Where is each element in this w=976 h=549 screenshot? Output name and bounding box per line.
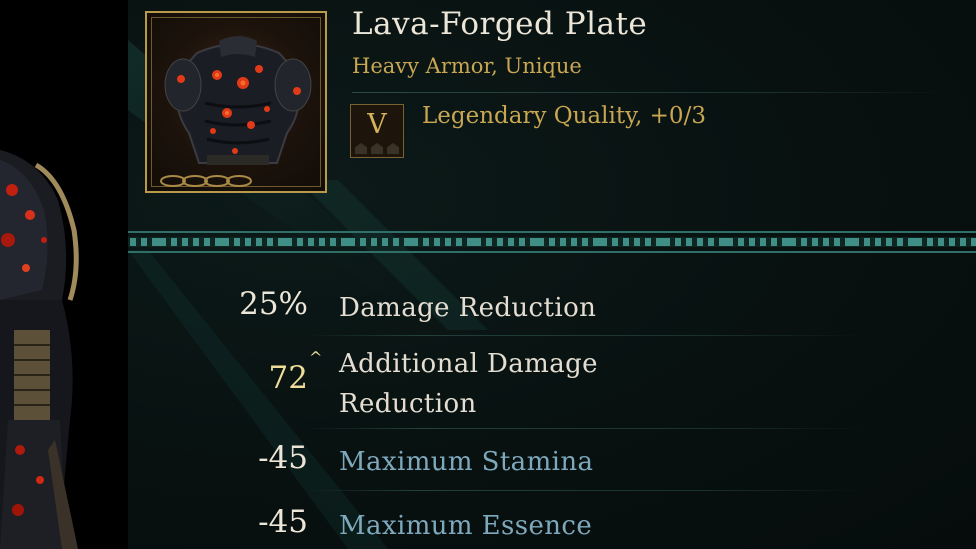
divider-tick — [508, 238, 514, 246]
divider-tick — [434, 238, 440, 246]
divider-tick — [204, 238, 210, 246]
divider-tick — [130, 238, 136, 246]
quality-badge: V — [350, 104, 404, 158]
divider-tick — [845, 238, 859, 246]
stat-value: -45 — [258, 440, 308, 476]
divider-tick — [834, 238, 840, 246]
divider-tick — [215, 238, 229, 246]
character-preview — [0, 0, 128, 549]
divider-tick — [330, 238, 336, 246]
divider-tick — [782, 238, 796, 246]
quality-pips — [355, 143, 399, 155]
divider-tick — [823, 238, 829, 246]
divider-tick — [801, 238, 807, 246]
divider-tick — [708, 238, 714, 246]
upgrade-arrow-icon: ^ — [309, 348, 323, 367]
divider-tick — [686, 238, 692, 246]
stat-row: -45 Maximum Stamina — [128, 440, 976, 480]
divider-tick — [886, 238, 892, 246]
divider-tick — [486, 238, 492, 246]
stat-row: -45 Maximum Essence — [128, 504, 976, 544]
divider-tick — [171, 238, 177, 246]
section-divider — [128, 231, 976, 253]
divider-tick — [423, 238, 429, 246]
stat-row: 72 ^ Additional Damage Reduction — [128, 344, 976, 424]
divider-tick — [927, 238, 933, 246]
divider-tick — [297, 238, 303, 246]
divider-tick — [675, 238, 681, 246]
divider-tick — [193, 238, 199, 246]
divider-tick — [245, 238, 251, 246]
divider-tick — [582, 238, 588, 246]
divider-tick — [760, 238, 766, 246]
item-tooltip: Lava-Forged Plate Heavy Armor, Unique V … — [128, 0, 976, 549]
divider-tick — [897, 238, 903, 246]
divider-tick — [645, 238, 651, 246]
divider-tick — [549, 238, 555, 246]
quality-pip-empty — [355, 143, 367, 154]
divider-tick — [875, 238, 881, 246]
stat-value: -45 — [258, 504, 308, 540]
divider-tick — [182, 238, 188, 246]
divider-tick — [267, 238, 273, 246]
divider-tick — [141, 238, 147, 246]
stat-divider — [304, 428, 864, 429]
divider-tick — [719, 238, 733, 246]
divider-tick — [497, 238, 503, 246]
divider-tick — [319, 238, 325, 246]
stat-divider — [304, 490, 864, 491]
divider-tick — [971, 238, 976, 246]
divider-tick — [278, 238, 292, 246]
stat-row: 25% Damage Reduction — [128, 286, 976, 326]
divider-tick — [938, 238, 944, 246]
divider-tick — [571, 238, 577, 246]
stat-label: Maximum Essence — [339, 511, 593, 541]
header-divider — [352, 92, 952, 93]
stat-label: Additional Damage Reduction — [339, 349, 598, 419]
divider-tick — [593, 238, 607, 246]
divider-tick — [467, 238, 481, 246]
divider-tick — [382, 238, 388, 246]
quality-tier-letter: V — [367, 109, 387, 140]
divider-tick — [530, 238, 544, 246]
divider-tick — [519, 238, 525, 246]
divider-tick — [697, 238, 703, 246]
stat-value: 25% — [239, 286, 308, 322]
item-name: Lava-Forged Plate — [352, 6, 648, 42]
quality-pip-empty — [387, 143, 399, 154]
stat-label: Damage Reduction — [339, 293, 597, 323]
divider-tick — [152, 238, 166, 246]
quality-pip-empty — [371, 143, 383, 154]
divider-tick — [371, 238, 377, 246]
divider-tick — [634, 238, 640, 246]
divider-tick — [656, 238, 670, 246]
divider-tick — [456, 238, 462, 246]
divider-tick — [393, 238, 399, 246]
stat-label: Maximum Stamina — [339, 447, 594, 477]
divider-tick — [360, 238, 366, 246]
lava-plate-armor-icon — [145, 11, 327, 193]
stat-value: 72 — [268, 360, 308, 396]
divider-tick — [560, 238, 566, 246]
divider-tick — [908, 238, 922, 246]
divider-tick — [949, 238, 955, 246]
divider-tick — [960, 238, 966, 246]
divider-tick — [341, 238, 355, 246]
divider-tick — [256, 238, 262, 246]
divider-tick — [738, 238, 744, 246]
divider-tick — [234, 238, 240, 246]
stat-divider — [304, 335, 864, 336]
divider-tick — [612, 238, 618, 246]
divider-tick — [623, 238, 629, 246]
divider-tick — [864, 238, 870, 246]
divider-tick — [308, 238, 314, 246]
divider-tick — [749, 238, 755, 246]
divider-tick — [404, 238, 418, 246]
divider-tick — [445, 238, 451, 246]
divider-tick — [812, 238, 818, 246]
item-type: Heavy Armor, Unique — [352, 54, 582, 78]
divider-tick — [771, 238, 777, 246]
quality-text: Legendary Quality, +0/3 — [422, 103, 706, 129]
